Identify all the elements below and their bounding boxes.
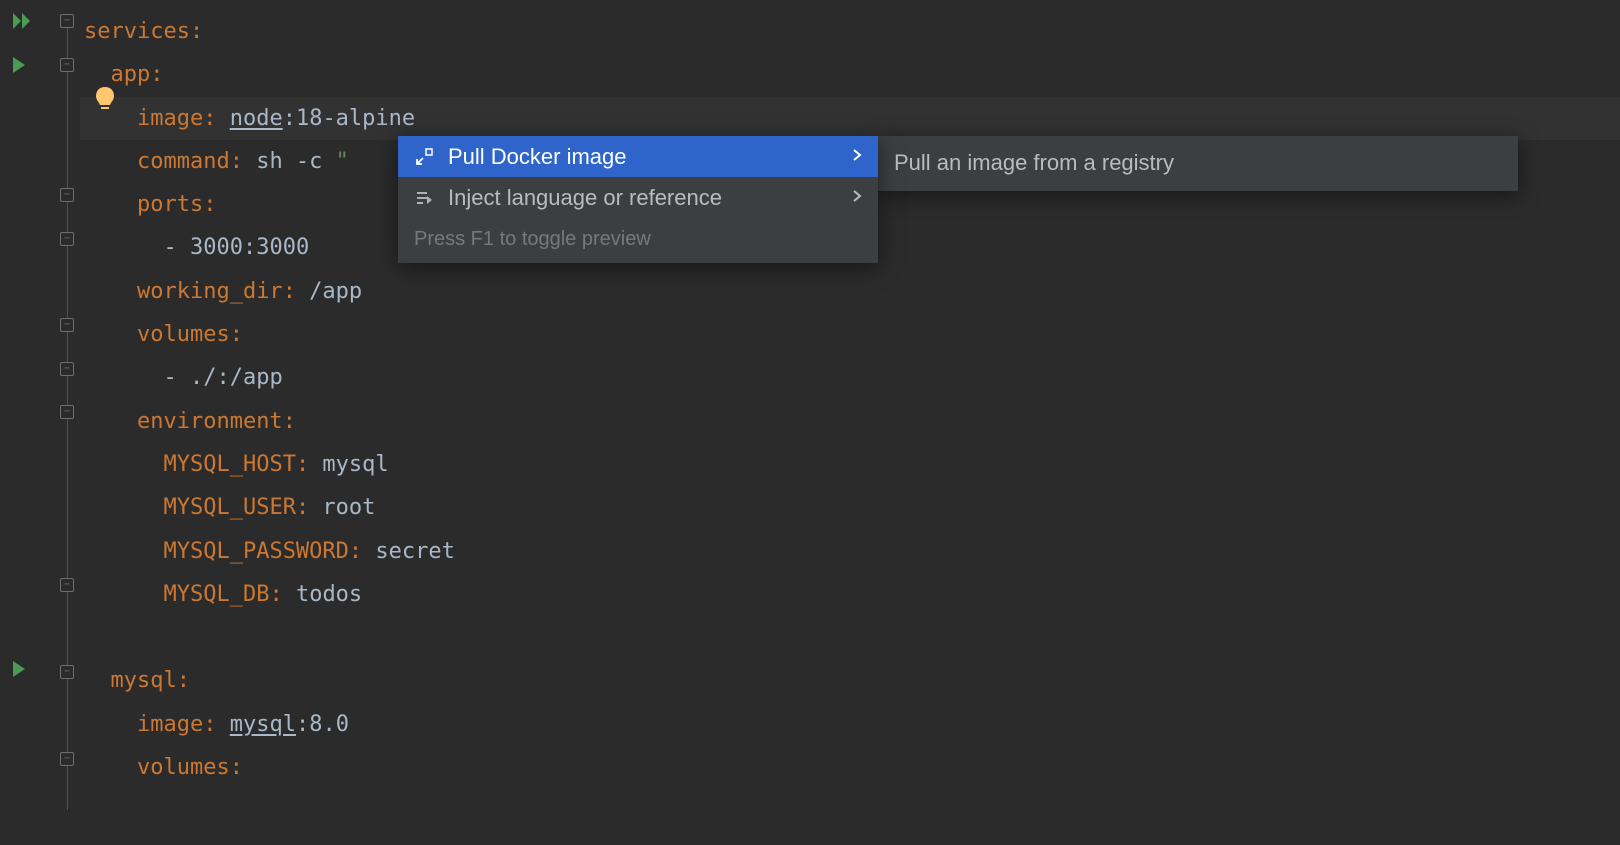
fold-column: − − − − − − − − − − bbox=[58, 0, 78, 845]
code-line[interactable]: MYSQL_HOST: mysql bbox=[80, 443, 1620, 486]
code-line[interactable]: - ./:/app bbox=[80, 356, 1620, 399]
popup-hint: Press F1 to toggle preview bbox=[398, 218, 878, 263]
fold-marker[interactable]: − bbox=[60, 14, 74, 28]
fold-marker[interactable]: − bbox=[60, 58, 74, 72]
code-line[interactable]: app: bbox=[80, 53, 1620, 96]
intention-popup: Pull Docker image Inject language or refe… bbox=[398, 136, 878, 263]
intention-bulb-icon[interactable] bbox=[94, 85, 116, 113]
code-line[interactable] bbox=[80, 616, 1620, 659]
intention-tooltip: Pull an image from a registry bbox=[878, 136, 1518, 191]
gutter: − − − − − − − − − − bbox=[0, 0, 80, 845]
code-line[interactable]: MYSQL_PASSWORD: secret bbox=[80, 530, 1620, 573]
code-line[interactable]: environment: bbox=[80, 400, 1620, 443]
fold-marker[interactable]: − bbox=[60, 318, 74, 332]
code-line[interactable]: MYSQL_USER: root bbox=[80, 486, 1620, 529]
fold-marker[interactable]: − bbox=[60, 232, 74, 246]
chevron-right-icon bbox=[852, 187, 862, 208]
code-line[interactable]: MYSQL_DB: todos bbox=[80, 573, 1620, 616]
code-line[interactable]: mysql: bbox=[80, 659, 1620, 702]
fold-marker[interactable]: − bbox=[60, 578, 74, 592]
code-line[interactable]: volumes: bbox=[80, 746, 1620, 789]
code-line[interactable]: volumes: bbox=[80, 313, 1620, 356]
inject-icon bbox=[414, 189, 434, 207]
fold-marker[interactable]: − bbox=[60, 405, 74, 419]
intention-item[interactable]: Pull Docker image bbox=[398, 136, 878, 177]
intention-item-label: Inject language or reference bbox=[448, 185, 838, 211]
intention-item[interactable]: Inject language or reference bbox=[398, 177, 878, 218]
run-service-icon[interactable] bbox=[12, 56, 28, 74]
chevron-right-icon bbox=[852, 146, 862, 167]
code-line[interactable]: working_dir: /app bbox=[80, 270, 1620, 313]
expand-icon bbox=[414, 148, 434, 166]
code-line[interactable]: services: bbox=[80, 10, 1620, 53]
fold-marker[interactable]: − bbox=[60, 362, 74, 376]
run-all-icon[interactable] bbox=[12, 12, 34, 30]
fold-marker[interactable]: − bbox=[60, 665, 74, 679]
fold-marker[interactable]: − bbox=[60, 188, 74, 202]
code-line[interactable]: image: node:18-alpine bbox=[80, 97, 1620, 140]
fold-marker[interactable]: − bbox=[60, 752, 74, 766]
run-service-icon[interactable] bbox=[12, 660, 28, 678]
intention-item-label: Pull Docker image bbox=[448, 144, 838, 170]
editor: − − − − − − − − − − services: app: image… bbox=[0, 0, 1620, 845]
code-area[interactable]: services: app: image: node:18-alpine com… bbox=[80, 0, 1620, 845]
code-line[interactable]: image: mysql:8.0 bbox=[80, 703, 1620, 746]
tooltip-text: Pull an image from a registry bbox=[894, 150, 1174, 176]
